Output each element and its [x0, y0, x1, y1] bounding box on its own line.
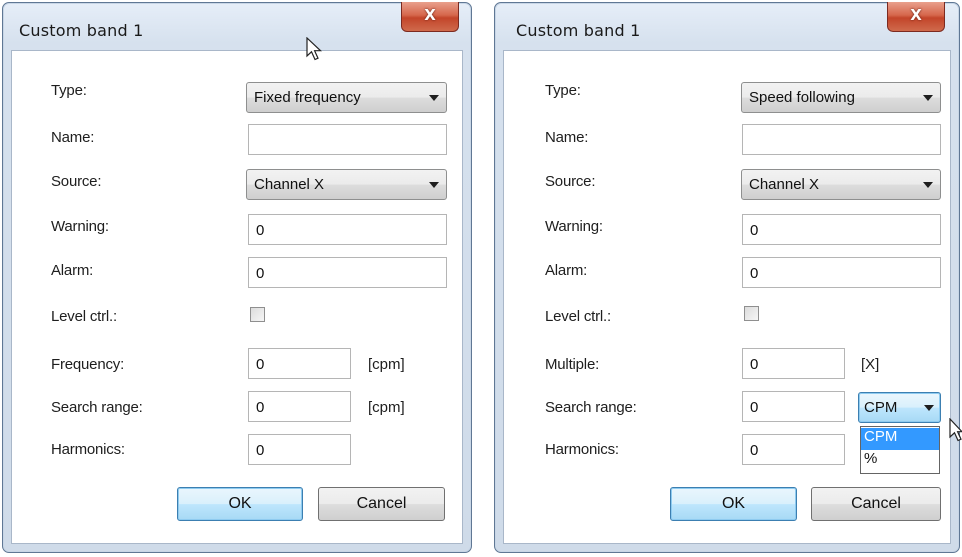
harmonics-input[interactable]: 0: [248, 434, 351, 465]
search-range-label: Search range:: [51, 399, 143, 416]
close-icon: X: [910, 6, 922, 24]
search-range-label: Search range:: [545, 399, 637, 416]
frequency-input[interactable]: 0: [248, 348, 351, 379]
alarm-label: Alarm:: [545, 262, 588, 279]
multiple-input[interactable]: 0: [742, 348, 845, 379]
alarm-input[interactable]: 0: [742, 257, 941, 288]
name-label: Name:: [545, 129, 589, 146]
search-range-unit: [cpm]: [368, 399, 405, 416]
unit-option-percent[interactable]: %: [861, 450, 939, 472]
type-label: Type:: [545, 82, 581, 99]
level-ctrl-label: Level ctrl.:: [51, 308, 117, 325]
warning-label: Warning:: [51, 218, 109, 235]
harmonics-label: Harmonics:: [51, 441, 125, 458]
ok-button[interactable]: OK: [670, 487, 797, 521]
type-select-value: Speed following: [749, 89, 855, 106]
level-ctrl-checkbox[interactable]: [744, 306, 759, 321]
frequency-label: Frequency:: [51, 356, 125, 373]
type-select-value: Fixed frequency: [254, 89, 361, 106]
dialog-title: Custom band 1: [516, 21, 641, 40]
cancel-button[interactable]: Cancel: [318, 487, 445, 521]
harmonics-input[interactable]: 0: [742, 434, 845, 465]
level-ctrl-checkbox[interactable]: [250, 307, 265, 322]
unit-dropdown-list: CPM %: [860, 426, 940, 474]
type-label: Type:: [51, 82, 87, 99]
type-select[interactable]: Speed following: [741, 82, 941, 113]
cancel-button[interactable]: Cancel: [811, 487, 941, 521]
source-select-value: Channel X: [254, 176, 325, 193]
ok-button[interactable]: OK: [177, 487, 303, 521]
warning-label: Warning:: [545, 218, 603, 235]
search-range-unit-select[interactable]: CPM: [858, 392, 941, 423]
close-icon: X: [424, 6, 436, 24]
close-button[interactable]: X: [401, 2, 459, 32]
alarm-input[interactable]: 0: [248, 257, 447, 288]
source-select-value: Channel X: [749, 176, 820, 193]
dialog-title: Custom band 1: [19, 21, 144, 40]
mouse-pointer-icon: [949, 418, 962, 442]
unit-option-cpm[interactable]: CPM: [861, 428, 939, 450]
mouse-pointer-icon: [306, 37, 323, 61]
search-range-input[interactable]: 0: [248, 391, 351, 422]
search-range-input[interactable]: 0: [742, 391, 845, 422]
name-input[interactable]: [248, 124, 447, 155]
name-label: Name:: [51, 129, 95, 146]
source-label: Source:: [51, 173, 102, 190]
frequency-unit: [cpm]: [368, 356, 405, 373]
harmonics-label: Harmonics:: [545, 441, 619, 458]
name-input[interactable]: [742, 124, 941, 155]
chevron-down-icon: [429, 95, 439, 101]
chevron-down-icon: [923, 95, 933, 101]
chevron-down-icon: [924, 405, 934, 411]
unit-select-value: CPM: [864, 399, 898, 416]
level-ctrl-label: Level ctrl.:: [545, 308, 611, 325]
warning-input[interactable]: 0: [742, 214, 941, 245]
close-button[interactable]: X: [887, 2, 945, 32]
source-select[interactable]: Channel X: [741, 169, 941, 200]
chevron-down-icon: [923, 182, 933, 188]
source-select[interactable]: Channel X: [246, 169, 447, 200]
type-select[interactable]: Fixed frequency: [246, 82, 447, 113]
warning-input[interactable]: 0: [248, 214, 447, 245]
multiple-unit: [X]: [861, 356, 880, 373]
chevron-down-icon: [429, 182, 439, 188]
alarm-label: Alarm:: [51, 262, 94, 279]
source-label: Source:: [545, 173, 596, 190]
multiple-label: Multiple:: [545, 356, 600, 373]
